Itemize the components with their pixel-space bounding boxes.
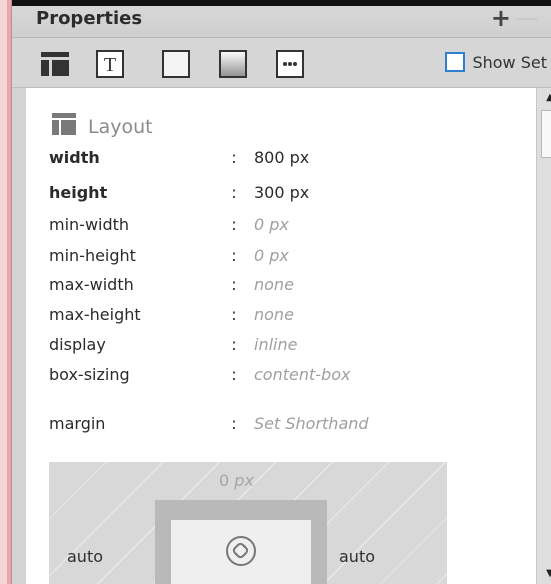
- property-min-height[interactable]: min-height : 0 px: [49, 241, 519, 269]
- scroll-thumb[interactable]: [541, 110, 551, 158]
- show-set-label: Show Set: [472, 52, 547, 72]
- vertical-scrollbar[interactable]: ▲ ▼: [536, 88, 551, 584]
- scroll-up-icon[interactable]: ▲: [540, 90, 551, 106]
- property-separator: :: [231, 182, 237, 202]
- properties-panel: Properties + — T Show Set Layout width:…: [12, 0, 551, 584]
- property-value[interactable]: content-box: [244, 365, 350, 384]
- property-max-height[interactable]: max-height : none: [49, 300, 519, 328]
- margin-box-model: 0 px auto auto: [49, 462, 447, 584]
- show-set-checkbox[interactable]: [445, 52, 466, 72]
- property-name: min-width: [49, 214, 130, 234]
- property-value[interactable]: none: [244, 305, 294, 324]
- property-min-width[interactable]: min-width : 0 px: [49, 210, 519, 238]
- left-panel-edge-highlight: [0, 0, 7, 584]
- property-toolbar: T Show Set: [12, 38, 551, 88]
- property-value[interactable]: 0 px: [244, 215, 289, 234]
- section-title-label: Layout: [88, 115, 153, 138]
- property-separator: :: [231, 413, 237, 433]
- property-value[interactable]: 0 px: [244, 246, 289, 265]
- property-name: display: [49, 334, 106, 354]
- margin-right-value[interactable]: auto: [339, 547, 375, 566]
- top-edge: [12, 0, 551, 6]
- property-display[interactable]: display : inline: [49, 330, 519, 358]
- property-height[interactable]: height : 300 px: [49, 178, 519, 206]
- property-name: min-height: [49, 245, 136, 265]
- property-margin[interactable]: margin : Set Shorthand: [49, 409, 519, 437]
- layout-section-icon: [52, 113, 76, 140]
- property-name: box-sizing: [49, 364, 130, 384]
- margin-top-value[interactable]: 0 px: [219, 471, 254, 490]
- property-value[interactable]: Set Shorthand: [244, 414, 369, 433]
- margin-top-unit: px: [234, 471, 254, 490]
- property-separator: :: [231, 245, 237, 265]
- layout-icon[interactable]: [41, 50, 69, 78]
- more-icon[interactable]: [276, 50, 304, 78]
- property-value[interactable]: inline: [244, 335, 297, 354]
- property-name: max-width: [49, 274, 134, 294]
- property-name: margin: [49, 413, 106, 433]
- property-separator: :: [231, 274, 237, 294]
- border-icon[interactable]: [162, 50, 190, 78]
- app-window: Properties + — T Show Set Layout width:…: [0, 0, 551, 584]
- property-value[interactable]: 300 px: [244, 183, 309, 202]
- scroll-down-icon[interactable]: ▼: [540, 566, 551, 582]
- margin-left-value[interactable]: auto: [67, 547, 103, 566]
- margin-top-number: 0: [219, 471, 230, 490]
- property-separator: :: [231, 147, 237, 167]
- property-max-width[interactable]: max-width : none: [49, 270, 519, 298]
- add-button[interactable]: +: [491, 4, 511, 32]
- text-icon[interactable]: T: [96, 50, 124, 78]
- section-title: Layout: [52, 113, 153, 140]
- panel-header: Properties + —: [12, 0, 551, 38]
- property-separator: :: [231, 214, 237, 234]
- show-set-toggle[interactable]: Show Set: [445, 52, 551, 72]
- property-separator: :: [231, 364, 237, 384]
- property-width[interactable]: width : 800 px: [49, 143, 519, 171]
- property-name: width: [49, 147, 100, 167]
- svg-text:T: T: [104, 54, 116, 76]
- property-separator: :: [231, 334, 237, 354]
- property-value[interactable]: 800 px: [244, 148, 309, 167]
- link-icon[interactable]: [225, 535, 257, 567]
- property-name: max-height: [49, 304, 141, 324]
- remove-button[interactable]: —: [515, 4, 539, 32]
- property-value[interactable]: none: [244, 275, 294, 294]
- properties-content: Layout width : 800 px height : 300 px mi…: [26, 88, 536, 584]
- background-icon[interactable]: [219, 50, 247, 78]
- property-separator: :: [231, 304, 237, 324]
- left-panel-edge: [0, 0, 12, 584]
- property-name: height: [49, 182, 108, 202]
- panel-title: Properties: [36, 8, 143, 29]
- property-box-sizing[interactable]: box-sizing : content-box: [49, 360, 519, 388]
